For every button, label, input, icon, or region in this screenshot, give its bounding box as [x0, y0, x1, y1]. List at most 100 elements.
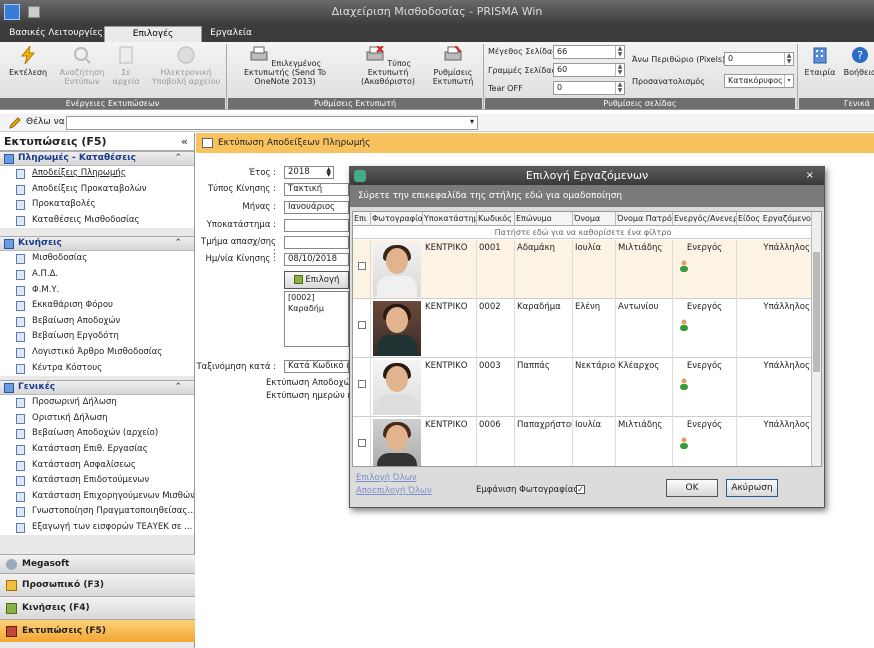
help-button[interactable]: ? Βοήθεια: [840, 46, 874, 77]
column-header-code[interactable]: Κωδικός: [477, 212, 515, 226]
row-checkbox[interactable]: [358, 380, 366, 388]
spinner-arrows-icon[interactable]: ▲ ▼: [615, 64, 624, 76]
grid-scrollbar[interactable]: [811, 212, 821, 466]
group-by-area[interactable]: Σύρετε την επικεφαλίδα της στήλης εδώ γι…: [350, 185, 824, 207]
search-forms-button[interactable]: Αναζήτηση Εντύπων: [54, 46, 110, 86]
page-size-spinner[interactable]: 66 ▲ ▼: [553, 45, 625, 59]
sidebar-item-notification[interactable]: Γνωστοποίηση Πραγματοποιηθείσας...: [0, 504, 194, 520]
sort-select[interactable]: Κατά Κωδικό εργ: [284, 360, 349, 373]
section-moves[interactable]: Κινήσεις ⌃: [0, 236, 194, 252]
company-button[interactable]: Εταιρία: [802, 46, 838, 77]
cell-type: Υπάλληλος: [737, 240, 813, 299]
table-row[interactable]: ΚΕΝΤΡΙΚΟ 0003 Παππάς Νεκτάριος Κλέαρχος Ενεργ…: [353, 358, 813, 417]
chevron-up-icon[interactable]: ⌃: [174, 237, 182, 250]
chevron-up-icon[interactable]: ⌃: [174, 381, 182, 394]
select-employees-button[interactable]: Επιλογή: [284, 271, 349, 289]
printer-settings-button[interactable]: Ρυθμίσεις Εκτυπωτή: [430, 45, 476, 86]
tab-tools[interactable]: Εργαλεία: [206, 26, 256, 42]
sidebar-item-tax-clearance[interactable]: Εκκαθάριση Φόρου: [0, 298, 194, 314]
nav-moves[interactable]: Κινήσεις (F4): [0, 596, 195, 619]
table-row[interactable]: ΚΕΝΤΡΙΚΟ 0001 Αδαμάκη Ιουλία Μιλτιάδης Ενεργό…: [353, 240, 813, 299]
i-want-to-input[interactable]: ▾: [66, 116, 478, 130]
row-checkbox[interactable]: [358, 262, 366, 270]
spinner-arrows-icon[interactable]: ▲ ▼: [615, 82, 624, 94]
selected-employees-box[interactable]: [0002] Καραδήμ: [284, 291, 349, 347]
column-header-name[interactable]: Όνομα: [573, 212, 616, 226]
electronic-submit-button[interactable]: Ηλεκτρονική Υποβολή αρχείου: [150, 46, 222, 86]
column-header-surname[interactable]: Επώνυμο: [515, 212, 573, 226]
column-header-status[interactable]: Ενεργός/Ανενεργ: [673, 212, 737, 226]
row-checkbox[interactable]: [358, 439, 366, 447]
nav-prints[interactable]: Εκτυπώσεις (F5): [0, 619, 195, 642]
sidebar-item-fmy[interactable]: Φ.Μ.Υ.: [0, 282, 194, 299]
execute-button[interactable]: Εκτέλεση: [8, 44, 48, 77]
sidebar-item-apd[interactable]: Α.Π.Δ.: [0, 266, 194, 283]
sidebar-item-payment-receipts[interactable]: Αποδείξεις Πληρωμής: [0, 166, 194, 182]
chevron-up-icon[interactable]: ⌃: [174, 152, 182, 165]
tear-spinner[interactable]: 0 ▲ ▼: [553, 81, 625, 95]
chevron-down-icon[interactable]: ▾: [470, 117, 474, 126]
sidebar-item-subsidized[interactable]: Κατάσταση Επιδοτούμενων: [0, 473, 194, 489]
column-header-photo[interactable]: Φωτογραφία: [371, 212, 423, 226]
nav-personnel[interactable]: Προσωπικό (F3): [0, 573, 195, 596]
column-header-type[interactable]: Είδος Εργαζόμενου: [737, 212, 813, 226]
dept-select[interactable]: [284, 236, 349, 249]
date-input[interactable]: 08/10/2018: [284, 253, 349, 266]
sidebar-item-earnings-file[interactable]: Βεβαίωση Αποδοχών (αρχείο): [0, 426, 194, 442]
sidebar-item-funded-wages[interactable]: Κατάσταση Επιχορηγούμενων Μισθών: [0, 488, 194, 505]
filter-row[interactable]: Πατήστε εδώ για να καθορίσετε ένα φίλτρο: [353, 226, 813, 239]
selected-printer-button[interactable]: Επιλεγμένος Εκτυπωτής (Send To OneNote 2…: [230, 46, 340, 86]
printer-type-button[interactable]: Τύπος Εκτυπωτή (Ακαθόριστο): [352, 45, 424, 86]
cell-surname: Αδαμάκη: [515, 240, 573, 299]
table-row[interactable]: ΚΕΝΤΡΙΚΟ 0002 Καραδήμα Ελένη Αντωνίου Ενεργός…: [353, 299, 813, 358]
sidebar-item-teayek-export[interactable]: Εξαγωγή των εισφορών ΤΕΑΥΕΚ σε ...: [0, 519, 194, 536]
column-header-select[interactable]: Επι: [353, 212, 371, 226]
sidebar-item-advances[interactable]: Προκαταβολές: [0, 197, 194, 213]
spinner-arrows-icon[interactable]: ▲ ▼: [326, 167, 331, 178]
sidebar-item-payroll[interactable]: Μισθοδοσίας: [0, 251, 194, 267]
sidebar-item-earnings-certificate[interactable]: Βεβαίωση Αποδοχών: [0, 313, 194, 330]
spinner-arrows-icon[interactable]: ▲ ▼: [615, 46, 624, 58]
show-photos-checkbox[interactable]: ✓: [576, 485, 585, 494]
to-file-button[interactable]: Σε αρχείο: [112, 46, 140, 86]
year-spinner[interactable]: 2018 ▲ ▼: [284, 166, 334, 179]
column-header-branch[interactable]: Υποκατάστημα: [423, 212, 477, 226]
sidebar-item-employer-certificate[interactable]: Βεβαίωση Εργοδότη: [0, 329, 194, 345]
cell-type: Υπάλληλος: [737, 417, 813, 466]
branch-label: Υποκατάστημα :: [206, 220, 276, 230]
sidebar-item-payroll-deposits[interactable]: Καταθέσεις Μισθοδοσίας: [0, 212, 194, 229]
nav-megasoft[interactable]: Megasoft: [0, 554, 195, 573]
sidebar-item-insurance[interactable]: Κατάσταση Ασφαλίσεως: [0, 457, 194, 474]
row-checkbox[interactable]: [358, 321, 366, 329]
sidebar-item-cost-centers[interactable]: Κέντρα Κόστους: [0, 360, 194, 377]
lines-spinner[interactable]: 60 ▲ ▼: [553, 63, 625, 77]
month-select[interactable]: Ιανουάριος: [284, 201, 349, 214]
tab-basic-functions[interactable]: Βασικές Λειτουργίες: [8, 26, 104, 42]
column-header-father[interactable]: Όνομα Πατρός: [616, 212, 673, 226]
sidebar-item-accounting-entry[interactable]: Λογιστικό Άρθρο Μισθοδοσίας: [0, 344, 194, 361]
chevron-down-icon[interactable]: ▾: [784, 75, 793, 87]
cancel-button[interactable]: Ακύρωση: [726, 479, 778, 497]
sidebar-item-advance-receipts[interactable]: Αποδείξεις Προκαταβολών: [0, 181, 194, 198]
table-row[interactable]: ΚΕΝΤΡΙΚΟ 0006 Παπαχρήστου Ιουλία Μιλτιάδης Εν…: [353, 417, 813, 466]
close-icon[interactable]: ×: [806, 167, 814, 185]
move-type-select[interactable]: Τακτική: [284, 183, 349, 196]
collapse-icon[interactable]: «: [181, 133, 188, 151]
sidebar-item-temp-declaration[interactable]: Προσωρινή Δήλωση: [0, 395, 194, 411]
section-general[interactable]: Γενικές ⌃: [0, 380, 194, 396]
user-active-icon: [680, 319, 688, 331]
select-all-link[interactable]: Επιλογή Όλων: [356, 473, 417, 483]
deselect-all-link[interactable]: Αποεπιλογή Όλων: [356, 486, 432, 496]
document-icon: [16, 522, 25, 533]
scrollbar-thumb[interactable]: [813, 252, 820, 372]
tab-print-options[interactable]: Επιλογές Εκτυπώσεων: [104, 26, 202, 54]
sidebar-item-labour-inspection[interactable]: Κατάσταση Επιθ. Εργασίας: [0, 441, 194, 458]
ok-button[interactable]: OK: [666, 479, 718, 497]
section-payments[interactable]: Πληρωμές - Καταθέσεις ⌃: [0, 151, 194, 166]
spinner-arrows-icon[interactable]: ▲ ▼: [784, 53, 793, 65]
margin-spinner[interactable]: 0 ▲ ▼: [724, 52, 794, 66]
sidebar-item-final-declaration[interactable]: Οριστική Δήλωση: [0, 410, 194, 427]
branch-select[interactable]: [284, 219, 349, 232]
help-icon: ?: [852, 47, 868, 63]
orientation-select[interactable]: Κατακόρυφος ▾: [724, 74, 794, 88]
